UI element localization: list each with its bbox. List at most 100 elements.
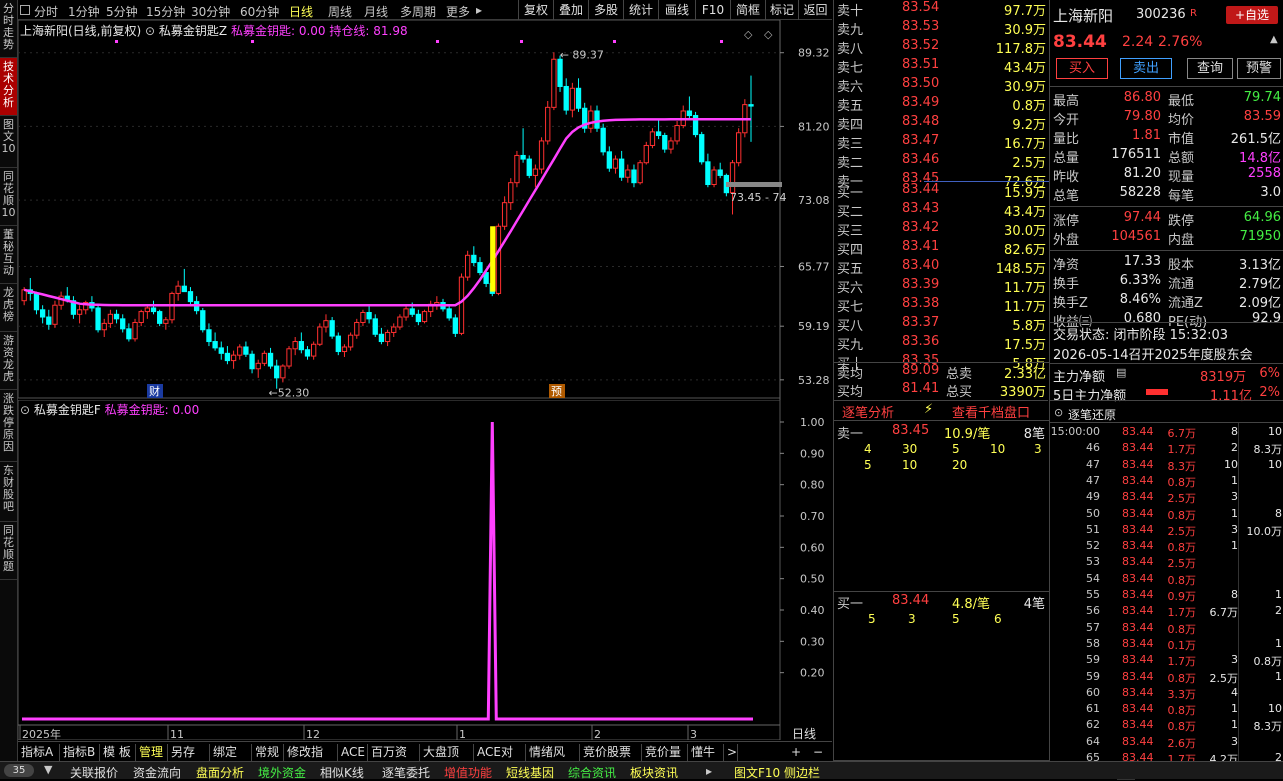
trade-btn-3[interactable]: 预警 [1237, 58, 1281, 79]
ask-price[interactable]: 83.54 [902, 0, 962, 15]
collapse-diamond-icon[interactable]: ◇ [764, 28, 773, 41]
toolbar-btn-0[interactable]: 复权 [518, 0, 553, 20]
indicator-tab-0[interactable]: 指标A [18, 744, 60, 761]
indicator-tab-15[interactable]: 懂牛 [688, 744, 724, 761]
statusbar-item-4[interactable]: 相似K线 [320, 764, 364, 781]
toolbar-btn-6[interactable]: 简框 [730, 0, 765, 20]
indicator-tab-11[interactable]: ACE对比 [474, 744, 526, 775]
left-tab-3[interactable]: 同花顺10 [0, 168, 17, 226]
indicator-tab-3[interactable]: 管理 [136, 744, 168, 761]
indicator-tab-14[interactable]: 竞价量 [642, 744, 688, 761]
indicator-name[interactable]: 私募金钥匙Z [159, 24, 227, 38]
ask-price[interactable]: 83.53 [902, 19, 962, 34]
indicator-tab-4[interactable]: 另存为 [168, 744, 210, 775]
indicator-tab-2[interactable]: 模 板 [100, 744, 136, 761]
period-4[interactable]: 30分钟 [191, 3, 230, 20]
bid-price[interactable]: 83.44 [902, 182, 962, 197]
indicator-tab-6[interactable]: 常规 [252, 744, 284, 761]
left-tab-5[interactable]: 龙虎榜 [0, 284, 17, 332]
indicator-tab-12[interactable]: 情绪风控 [526, 744, 580, 775]
period-6[interactable]: 日线 [289, 3, 313, 20]
kline-chart[interactable]: 89.32 81.20 73.08 65.77 59.19 53.28 ← 89.37 ←52… [18, 20, 832, 400]
toolbar-btn-4[interactable]: 画线 [658, 0, 695, 20]
indicator-tab-5[interactable]: 绑定到 [210, 744, 252, 775]
left-tab-4[interactable]: 董秘互动 [0, 226, 17, 284]
left-tab-1[interactable]: 技术分析 [0, 58, 17, 116]
ask-price[interactable]: 83.49 [902, 95, 962, 110]
add-watchlist-button[interactable]: +自选 [1226, 6, 1278, 24]
statusbar-item-9[interactable]: 板块资讯 [630, 764, 678, 781]
bid-price[interactable]: 83.43 [902, 201, 962, 216]
period-8[interactable]: 月线 [364, 3, 388, 20]
period-0[interactable]: 分时 [34, 3, 58, 20]
chart-area[interactable]: 89.32 81.20 73.08 65.77 59.19 53.28 ← 89.37 ←52… [18, 20, 832, 740]
period-3[interactable]: 15分钟 [146, 3, 185, 20]
statusbar-item-5[interactable]: 逐笔委托 [382, 764, 430, 781]
notice[interactable]: 2026-05-14召开2025年度股东会 [1053, 344, 1253, 363]
mainforce-icon[interactable]: ▤ [1116, 366, 1126, 379]
indicator-chart[interactable]: 1.00 0.90 0.80 0.70 0.60 0.50 0.40 0.30 0.20 2025… [18, 400, 832, 740]
statusbar-item-1[interactable]: 资金流向 [133, 764, 181, 781]
toolbar-btn-1[interactable]: 叠加 [553, 0, 588, 20]
left-tab-0[interactable]: 分时走势 [0, 0, 17, 58]
left-tab-7[interactable]: 涨跌停原因 [0, 390, 17, 462]
status-toggle[interactable]: 35 [4, 764, 34, 777]
trade-btn-1[interactable]: 卖出 [1120, 58, 1172, 79]
ask-price[interactable]: 83.47 [902, 133, 962, 148]
ask-price[interactable]: 83.51 [902, 57, 962, 72]
trade-btn-2[interactable]: 查询 [1187, 58, 1233, 79]
statusbar-item-2[interactable]: 盘面分析 [196, 764, 244, 781]
bid-price[interactable]: 83.39 [902, 277, 962, 292]
order-depth-link[interactable]: 查看千档盘口 [952, 402, 1030, 421]
toolbar-btn-7[interactable]: 标记 [765, 0, 798, 20]
zoom-out-icon[interactable]: − [810, 744, 830, 761]
expand-icon[interactable]: ▲ [1270, 34, 1278, 45]
period-9[interactable]: 多周期 [400, 3, 436, 20]
statusbar-item-0[interactable]: 关联报价 [70, 764, 118, 781]
statusbar-item-6[interactable]: 增值功能 [444, 764, 492, 781]
ask-price[interactable]: 83.48 [902, 114, 962, 129]
indicator-tab-7[interactable]: 修改指标 [284, 744, 338, 775]
tab-scroll-right-icon[interactable]: > [724, 744, 738, 761]
statusbar-scroll-icon[interactable]: ▸ [706, 764, 712, 778]
indicator-tab-10[interactable]: 大盘顶底 [420, 744, 474, 775]
collapse-diamond-icon[interactable]: ◇ [744, 28, 753, 41]
more-arrow-icon[interactable]: ▸ [476, 3, 482, 17]
indicator-toggle-icon[interactable]: ⊙ [145, 24, 155, 38]
left-tab-6[interactable]: 游资龙虎 [0, 332, 17, 390]
bid-price[interactable]: 83.37 [902, 315, 962, 330]
period-5[interactable]: 60分钟 [240, 3, 279, 20]
bid-price[interactable]: 83.40 [902, 258, 962, 273]
zoom-in-icon[interactable]: + [788, 744, 808, 761]
bid-price[interactable]: 83.42 [902, 220, 962, 235]
bid-price[interactable]: 83.36 [902, 334, 962, 349]
period-10[interactable]: 更多 [446, 3, 470, 20]
left-tab-8[interactable]: 东财股吧 [0, 462, 17, 522]
indicator-tab-9[interactable]: 百万资金 [368, 744, 420, 775]
statusbar-item-3[interactable]: 境外资金 [258, 764, 306, 781]
ask-price[interactable]: 83.46 [902, 152, 962, 167]
period-2[interactable]: 5分钟 [106, 3, 138, 20]
indicator-tab-13[interactable]: 竞价股票池 [580, 744, 642, 775]
left-tab-9[interactable]: 同花顺题 [0, 522, 17, 580]
statusbar-item-8[interactable]: 综合资讯 [568, 764, 616, 781]
ask-price[interactable]: 83.50 [902, 76, 962, 91]
period-7[interactable]: 周线 [328, 3, 352, 20]
toolbar-btn-5[interactable]: F10 [695, 0, 730, 20]
trades-collapse-icon[interactable]: ⊙ [1054, 406, 1063, 419]
indicator-tab-8[interactable]: ACE [338, 744, 368, 761]
sub-indicator-toggle-icon[interactable]: ⊙ [20, 403, 30, 417]
tick-title[interactable]: 逐笔分析 [842, 402, 894, 421]
trade-btn-0[interactable]: 买入 [1056, 58, 1108, 79]
toolbar-btn-3[interactable]: 统计 [623, 0, 658, 20]
grid-icon[interactable] [20, 5, 30, 15]
statusbar-item-7[interactable]: 短线基因 [506, 764, 554, 781]
sub-indicator-name[interactable]: 私募金钥匙F [34, 403, 101, 417]
statusbar-item-10[interactable]: 图文F10 侧边栏 [734, 764, 820, 781]
bid-price[interactable]: 83.41 [902, 239, 962, 254]
dropdown-arrow-icon[interactable]: ▼ [44, 763, 52, 776]
bid-price[interactable]: 83.38 [902, 296, 962, 311]
period-1[interactable]: 1分钟 [68, 3, 100, 20]
left-tab-2[interactable]: 图文10 [0, 116, 17, 168]
toolbar-btn-8[interactable]: 返回 [798, 0, 832, 20]
